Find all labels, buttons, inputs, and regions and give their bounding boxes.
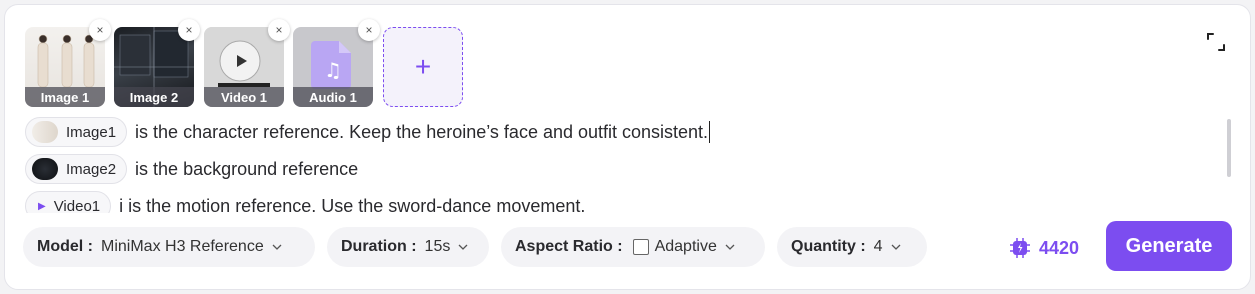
model-value: MiniMax H3 Reference xyxy=(101,238,264,255)
prompt-composer: Image 1 × Image 2 × Video 1 × ♫ Audio 1 … xyxy=(4,4,1251,290)
chip-thumbnail xyxy=(32,121,58,143)
chevron-down-icon xyxy=(458,244,468,250)
remove-audio-1-close-icon[interactable]: × xyxy=(358,19,380,41)
model-label: Model : xyxy=(37,238,93,255)
expand-icon[interactable] xyxy=(1205,31,1227,53)
model-selector[interactable]: Model : MiniMax H3 Reference xyxy=(23,227,315,267)
chip-thumbnail xyxy=(32,158,58,180)
play-icon: ▶ xyxy=(38,200,46,212)
prompt-line: Image2 is the background reference xyxy=(25,154,358,184)
prompt-text-area[interactable]: Image1 is the character reference. Keep … xyxy=(25,117,1225,213)
reference-chip-image-2[interactable]: Image2 xyxy=(25,154,128,184)
generate-button[interactable]: Generate xyxy=(1106,221,1232,271)
remove-image-2-close-icon[interactable]: × xyxy=(178,19,200,41)
chevron-down-icon xyxy=(725,244,735,250)
chip-label: Image2 xyxy=(66,160,117,178)
aspect-ratio-value: Adaptive xyxy=(654,238,717,255)
remove-image-1-close-icon[interactable]: × xyxy=(89,19,111,41)
thumbnail-caption: Video 1 xyxy=(204,87,284,107)
aspect-ratio-label: Aspect Ratio : xyxy=(515,238,623,255)
chip-label: Image1 xyxy=(66,123,117,141)
duration-label: Duration : xyxy=(341,238,417,255)
thumbnail-caption: Image 1 xyxy=(25,87,105,107)
quantity-selector[interactable]: Quantity : 4 xyxy=(777,227,927,267)
remove-video-1-close-icon[interactable]: × xyxy=(268,19,290,41)
prompt-text: is the character reference. Keep the her… xyxy=(135,121,709,142)
duration-selector[interactable]: Duration : 15s xyxy=(327,227,489,267)
aspect-ratio-checkbox[interactable] xyxy=(632,239,649,255)
aspect-ratio-selector[interactable]: Aspect Ratio : Adaptive xyxy=(501,227,765,267)
credit-chip-icon xyxy=(1010,238,1030,258)
prompt-scrollbar[interactable] xyxy=(1227,119,1231,177)
duration-value: 15s xyxy=(424,238,451,255)
prompt-line: Image1 is the character reference. Keep … xyxy=(25,117,711,147)
chip-label: Video1 xyxy=(53,197,101,214)
prompt-text: is the background reference xyxy=(135,158,359,179)
prompt-text: i is the motion reference. Use the sword… xyxy=(119,195,586,214)
thumbnail-caption: Image 2 xyxy=(114,87,194,107)
text-caret xyxy=(709,121,711,143)
asset-thumbnail-audio-1[interactable]: ♫ Audio 1 xyxy=(293,27,373,107)
reference-chip-video-1[interactable]: ▶ Video1 xyxy=(25,191,112,214)
chevron-down-icon xyxy=(272,244,282,250)
credits-value: 4420 xyxy=(1039,237,1080,258)
prompt-line: ▶ Video1 i is the motion reference. Use … xyxy=(25,191,585,213)
svg-text:♫: ♫ xyxy=(324,58,342,82)
quantity-label: Quantity : xyxy=(791,238,866,255)
quantity-value: 4 xyxy=(873,238,883,255)
credits-balance: 4420 xyxy=(1009,237,1079,259)
add-asset-button[interactable]: + xyxy=(383,27,463,107)
plus-icon: + xyxy=(414,51,432,82)
reference-chip-image-1[interactable]: Image1 xyxy=(25,117,128,147)
chevron-down-icon xyxy=(891,244,901,250)
thumbnail-caption: Audio 1 xyxy=(293,87,373,107)
